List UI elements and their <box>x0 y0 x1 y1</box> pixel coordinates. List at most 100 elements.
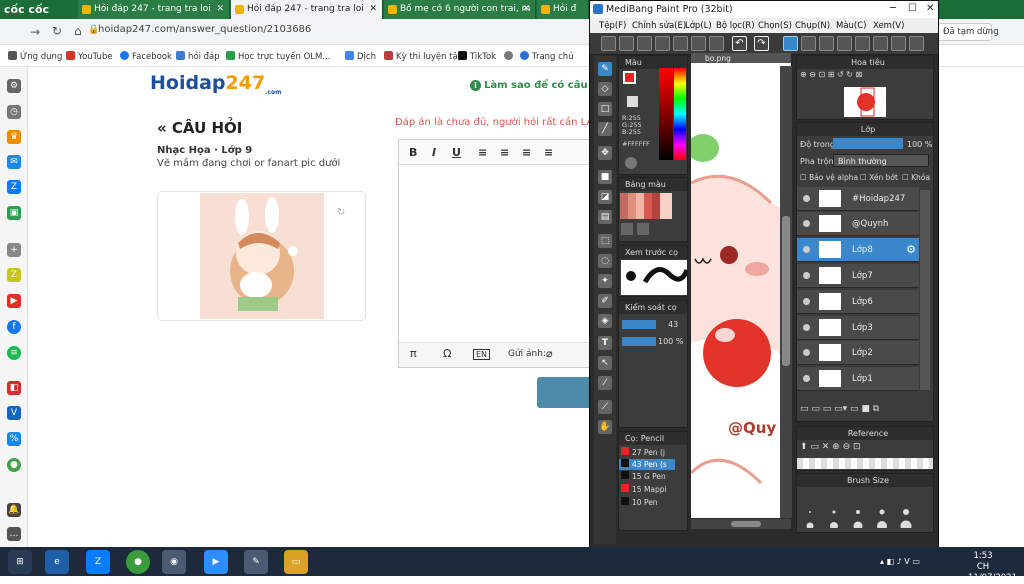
layer-row[interactable]: @Quynh <box>797 212 919 236</box>
coccoc-taskbar-icon[interactable]: ● <box>126 550 150 574</box>
layer-row[interactable]: Lớp1 <box>797 367 919 391</box>
canvas-horizontal-scrollbar[interactable] <box>691 519 791 529</box>
settings-icon[interactable]: ⚙ <box>7 79 21 93</box>
navigator-zoom-controls[interactable]: ⊕ ⊖ ⊡ ⊞ ↺ ↻ ⊠ <box>800 70 930 84</box>
text-tool-icon[interactable]: T <box>598 336 612 350</box>
menu-edit[interactable]: Chỉnh sửa(E) <box>632 21 686 31</box>
undo-icon[interactable]: ↶ <box>732 36 747 51</box>
bookmark-tiktok[interactable]: TikTok <box>458 51 496 62</box>
start-button[interactable]: ⊞ <box>8 550 32 574</box>
crown-icon[interactable]: ♛ <box>7 130 21 144</box>
brush-item[interactable]: 10 Pen <box>619 497 675 508</box>
site-logo[interactable]: Hoidap247.com <box>150 72 281 96</box>
snap-settings-icon[interactable] <box>909 36 924 51</box>
page-title[interactable]: « CÂU HỎI <box>157 119 242 137</box>
ie-icon[interactable]: e <box>45 550 69 574</box>
share-icon[interactable] <box>655 36 670 51</box>
bucket-tool-icon[interactable]: ◪ <box>598 190 612 204</box>
dropper-tool-icon[interactable]: ⟋ <box>598 400 612 414</box>
snap-parallel-icon[interactable] <box>801 36 816 51</box>
forward-icon[interactable]: → <box>30 25 40 39</box>
hue-slider[interactable] <box>674 68 686 160</box>
redo-icon[interactable]: ↷ <box>754 36 769 51</box>
fill-tool-icon[interactable]: ■ <box>598 170 612 184</box>
foreground-color-swatch[interactable] <box>623 71 636 84</box>
menu-select[interactable]: Chọn(S) <box>758 21 792 31</box>
background-color-swatch[interactable] <box>627 96 638 107</box>
submit-answer-button[interactable] <box>537 377 593 408</box>
bookmark-dich[interactable]: Dịch <box>345 51 376 62</box>
sale-icon[interactable]: % <box>7 432 21 446</box>
eye-icon[interactable] <box>803 246 810 253</box>
protect-alpha-checkbox[interactable]: ☐ Bảo vệ alpha <box>800 173 858 182</box>
menu-filter[interactable]: Bộ lọc(R) <box>716 21 755 31</box>
more-icon[interactable]: … <box>7 527 21 541</box>
minimize-icon[interactable]: ─ <box>890 3 896 14</box>
reference-area[interactable] <box>797 458 933 469</box>
tab-close-icon[interactable]: ✕ <box>216 4 224 14</box>
navigator-thumbnail[interactable] <box>844 87 886 117</box>
align-right-button[interactable]: ≡ <box>522 146 531 159</box>
tab-close-icon[interactable]: ✕ <box>369 4 377 14</box>
select-pen-icon[interactable]: ✐ <box>598 294 612 308</box>
bookmark-trang-chu[interactable]: Trang chủ <box>520 51 574 62</box>
game-icon[interactable]: ▣ <box>7 206 21 220</box>
paperclip-icon[interactable]: ⌀ <box>546 347 553 360</box>
snap-cross-icon[interactable] <box>837 36 852 51</box>
brush-size-slider[interactable] <box>622 320 656 329</box>
eyedropper-tool-icon[interactable]: ⁄ <box>598 376 612 390</box>
rotate-icon[interactable]: ↻ <box>337 207 345 218</box>
brush-item[interactable]: 27 Pen (j <box>619 447 675 458</box>
eye-icon[interactable] <box>803 375 810 382</box>
color-shade-slider[interactable] <box>659 68 673 160</box>
move-tool-icon[interactable]: ✥ <box>598 146 612 160</box>
layer-row-selected[interactable]: Lớp8 ⚙ <box>797 238 919 262</box>
brush-item[interactable]: 15 G Pen <box>619 471 675 482</box>
cloud-icon[interactable] <box>601 36 616 51</box>
browser-tab-1[interactable]: Hỏi đáp 247 - trang tra loi ✕ <box>78 0 230 19</box>
special-char-button[interactable]: Ω <box>443 347 451 360</box>
eye-icon[interactable] <box>803 220 810 227</box>
select-tool-icon[interactable]: ⬚ <box>598 234 612 248</box>
brush-opacity-slider[interactable] <box>622 337 656 346</box>
spotify-icon[interactable]: ≡ <box>7 346 21 360</box>
eye-icon[interactable] <box>803 195 810 202</box>
ball-icon[interactable]: ● <box>7 458 21 472</box>
align-center-button[interactable]: ≡ <box>500 146 509 159</box>
clipping-checkbox[interactable]: ☐ Xén bớt <box>860 173 898 182</box>
paint-taskbar-icon[interactable]: ✎ <box>244 550 268 574</box>
save-file-icon[interactable] <box>709 36 724 51</box>
system-tray[interactable]: ▴ ◧ ♪ V ▭ <box>880 557 960 569</box>
news-icon[interactable]: ◧ <box>7 381 21 395</box>
folder-taskbar-icon[interactable]: ▭ <box>284 550 308 574</box>
answer-editor[interactable] <box>398 139 593 368</box>
messenger-icon[interactable]: ✉ <box>7 155 21 169</box>
url-input[interactable]: hoidap247.com/answer_question/2103686 <box>98 24 311 35</box>
menu-color[interactable]: Màu(C) <box>836 21 867 31</box>
select-eraser-icon[interactable]: ◈ <box>598 314 612 328</box>
window-close-icon[interactable]: ✕ <box>926 3 934 14</box>
bookmark-globe[interactable] <box>504 51 516 62</box>
bold-button[interactable]: B <box>409 146 417 159</box>
language-button[interactable]: EN <box>473 349 491 360</box>
snap-circle-icon[interactable] <box>873 36 888 51</box>
add-icon[interactable]: + <box>7 243 21 257</box>
layer-settings-gear-icon[interactable]: ⚙ <box>906 243 916 256</box>
notification-bell-icon[interactable]: 🔔 <box>7 503 21 517</box>
rect-tool-icon[interactable]: □ <box>598 102 612 116</box>
layer-opacity-slider[interactable] <box>833 138 903 149</box>
antialias-icon[interactable] <box>783 36 798 51</box>
eraser-tool-icon[interactable]: ◇ <box>598 82 612 96</box>
reload-icon[interactable]: ↻ <box>52 24 62 38</box>
menu-capture[interactable]: Chụp(N) <box>795 21 830 31</box>
italic-button[interactable]: I <box>432 146 436 159</box>
history-icon[interactable]: ◷ <box>7 105 21 119</box>
reference-controls[interactable]: ⬆ ▭ ✕ ⊕ ⊖ ⊡ <box>800 442 930 456</box>
facebook-side-icon[interactable]: f <box>7 320 21 334</box>
justify-button[interactable]: ≡ <box>544 146 553 159</box>
active-app-taskbar-icon[interactable]: ◉ <box>162 550 186 574</box>
menu-view[interactable]: Xem(V) <box>873 21 904 31</box>
tab-close-icon[interactable]: ✕ <box>522 4 530 14</box>
operation-tool-icon[interactable]: ↖ <box>598 356 612 370</box>
home-icon[interactable]: ⌂ <box>74 24 82 38</box>
